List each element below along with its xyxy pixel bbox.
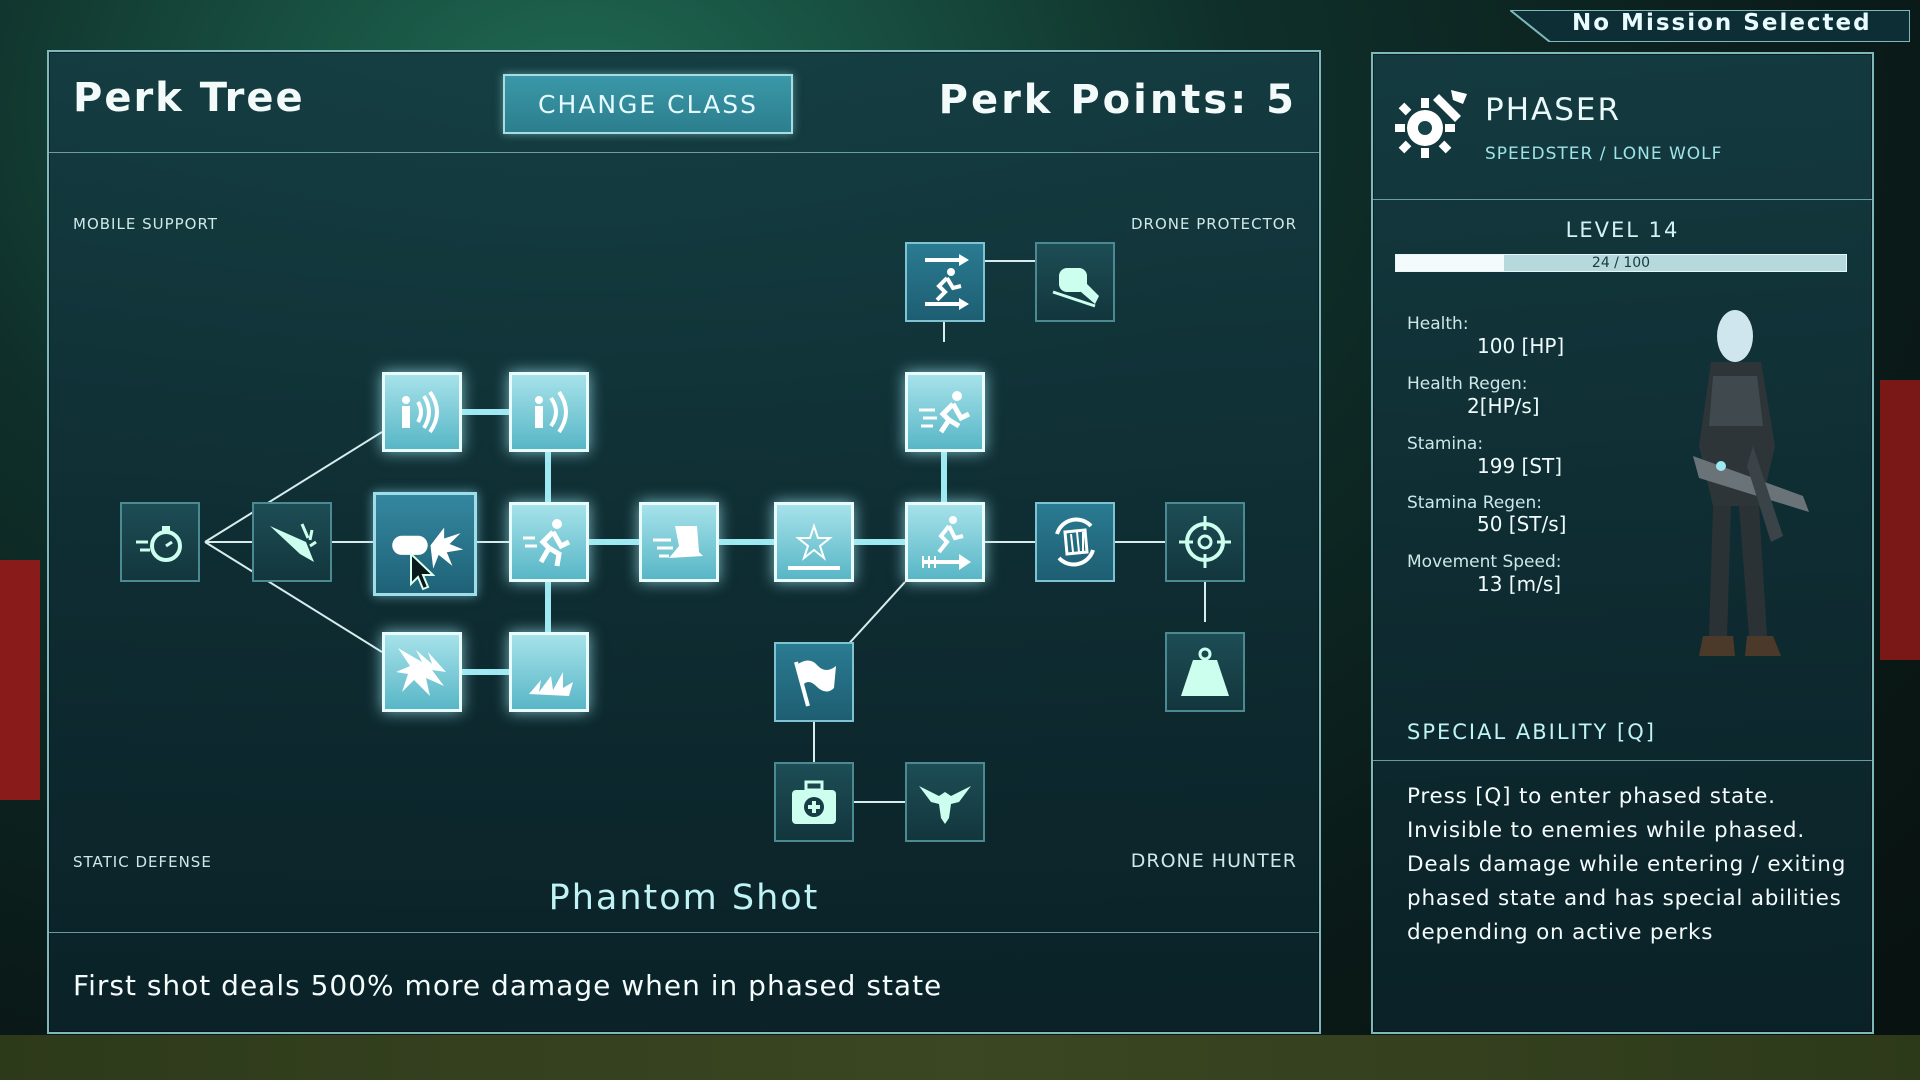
sound-wave-person-icon — [402, 390, 439, 434]
stat-value-movement-speed: 13 [m/s] — [1477, 572, 1562, 596]
star-bar-icon — [788, 522, 840, 570]
stat-value-health-regen: 2[HP/s] — [1467, 394, 1540, 418]
eagle-icon — [919, 786, 971, 824]
sprint-blur-icon — [523, 519, 571, 567]
mouse-cursor-icon — [410, 552, 435, 591]
impact-slash-icon — [270, 523, 317, 562]
mission-status: No Mission Selected — [1572, 10, 1872, 36]
stat-label-stamina: Stamina: — [1407, 434, 1484, 454]
perk-sound-wave-person[interactable] — [382, 372, 462, 452]
perk-sprint-blur[interactable] — [509, 502, 589, 582]
stat-value-stamina: 199 [ST] — [1477, 454, 1563, 478]
xp-progress-bar: 24 / 100 — [1395, 254, 1847, 272]
perk-medkit[interactable] — [774, 762, 854, 842]
sound-wave-person-small-icon — [535, 390, 568, 434]
special-ability-title: SPECIAL ABILITY [Q] — [1407, 720, 1656, 744]
selected-perk-description: First shot deals 500% more damage when i… — [73, 969, 943, 1002]
perk-crosshair[interactable] — [1165, 502, 1245, 582]
description-divider — [49, 932, 1319, 933]
perk-sprint-dash[interactable] — [905, 372, 985, 452]
background-left-edge — [0, 560, 40, 800]
perk-stopwatch-dash[interactable] — [120, 502, 200, 582]
crosshair-icon — [1179, 516, 1231, 568]
weight-icon — [1181, 647, 1229, 696]
perk-burst-shards-small[interactable] — [509, 632, 589, 712]
perk-flag[interactable] — [774, 642, 854, 722]
perk-rotate-shield[interactable] — [1035, 502, 1115, 582]
level-label: LEVEL 14 — [1565, 218, 1680, 242]
perk-run-arrows[interactable] — [905, 502, 985, 582]
class-subtitle: SPEEDSTER / LONE WOLF — [1485, 144, 1723, 164]
character-model — [1693, 310, 1809, 656]
perk-impact-slash[interactable] — [252, 502, 332, 582]
perk-run-double-arrow[interactable] — [905, 242, 985, 322]
perk-tree-panel: Perk Tree CHANGE CLASS Perk Points: 5 MO… — [47, 50, 1321, 1034]
burst-shards-small-icon — [529, 672, 573, 696]
flag-icon — [794, 660, 836, 707]
sprint-dash-icon — [919, 391, 971, 434]
stat-label-movement-speed: Movement Speed: — [1407, 552, 1562, 572]
perk-speed-boot[interactable] — [639, 502, 719, 582]
perk-weight[interactable] — [1165, 632, 1245, 712]
speed-boot-icon — [653, 526, 703, 558]
burst-shards-icon — [396, 648, 446, 696]
perk-star-bar[interactable] — [774, 502, 854, 582]
background-floor — [0, 1035, 1920, 1080]
xp-progress-text: 24 / 100 — [1591, 255, 1651, 271]
stat-label-health-regen: Health Regen: — [1407, 374, 1528, 394]
class-name: PHASER — [1485, 92, 1622, 128]
class-info-panel: PHASER SPEEDSTER / LONE WOLF LEVEL 14 24… — [1371, 52, 1874, 1034]
stat-label-stamina-regen: Stamina Regen: — [1407, 493, 1543, 513]
run-double-arrow-icon — [925, 254, 969, 310]
perk-punch-fist[interactable] — [1035, 242, 1115, 322]
perk-sound-wave-person-small[interactable] — [509, 372, 589, 452]
rotate-shield-icon — [1055, 517, 1095, 567]
stopwatch-dash-icon — [136, 526, 182, 562]
class-header-divider — [1373, 199, 1872, 200]
stat-value-health: 100 [HP] — [1477, 334, 1565, 358]
special-ability-description: Press [Q] to enter phased state. Invisib… — [1407, 784, 1847, 945]
selected-perk-name: Phantom Shot — [548, 878, 820, 918]
background-right-edge — [1880, 380, 1920, 660]
perk-eagle[interactable] — [905, 762, 985, 842]
stat-value-stamina-regen: 50 [ST/s] — [1477, 512, 1567, 536]
medkit-icon — [792, 780, 836, 824]
perk-burst-shards[interactable] — [382, 632, 462, 712]
stat-label-health: Health: — [1407, 314, 1469, 334]
run-arrows-icon — [922, 516, 971, 570]
special-ability-divider — [1373, 760, 1872, 761]
gear-wrench-icon — [1395, 90, 1467, 158]
punch-fist-icon — [1052, 268, 1099, 308]
